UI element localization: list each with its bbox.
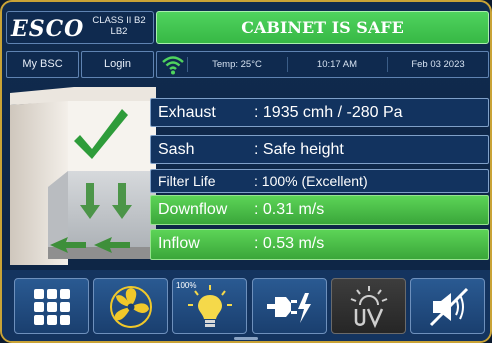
reading-label: Filter Life: [158, 173, 216, 189]
menu-button[interactable]: [14, 278, 89, 334]
reading-value: : 100% (Excellent): [254, 173, 368, 189]
reading-label: Exhaust: [158, 104, 216, 121]
uv-lamp-button[interactable]: [331, 278, 406, 334]
reading-row-sash: Sash : Safe height: [150, 135, 489, 164]
reading-label: Sash: [158, 141, 195, 158]
reading-value: : Safe height: [254, 141, 344, 158]
my-bsc-button[interactable]: My BSC: [6, 51, 79, 78]
status-bar: Temp: 25°C 10:17 AM Feb 03 2023: [156, 51, 489, 78]
reading-value: : 0.31 m/s: [254, 201, 325, 218]
cabinet-class-line1: CLASS II B2: [92, 15, 146, 26]
reading-label: Downflow: [158, 201, 228, 218]
cabinet-class: CLASS II B2 LB2: [88, 15, 150, 37]
time-readout: 10:17 AM: [316, 59, 358, 70]
reading-row-exhaust: Exhaust : 1935 cmh / -280 Pa: [150, 98, 489, 127]
reading-label: Inflow: [158, 235, 200, 252]
esco-logo: ESCO: [11, 16, 85, 42]
status-divider: [187, 57, 188, 72]
reading-value: : 0.53 m/s: [254, 235, 325, 252]
date-readout: Feb 03 2023: [411, 59, 465, 70]
cabinet-status-banner: CABINET IS SAFE: [156, 11, 489, 44]
login-button[interactable]: Login: [81, 51, 154, 78]
power-socket-button[interactable]: [252, 278, 327, 334]
reading-value: : 1935 cmh / -280 Pa: [254, 104, 403, 121]
light-button[interactable]: 100%: [172, 278, 247, 334]
cabinet-illustration: [10, 87, 156, 265]
screen-handle: [234, 337, 258, 340]
cabinet-class-line2: LB2: [110, 26, 128, 37]
reading-row-filter-life: Filter Life : 100% (Excellent): [150, 169, 489, 193]
wifi-icon: [161, 54, 185, 80]
status-divider: [387, 57, 388, 72]
reading-row-inflow: Inflow : 0.53 m/s: [150, 229, 489, 260]
reading-row-downflow: Downflow : 0.31 m/s: [150, 195, 489, 225]
temperature-readout: Temp: 25°C: [212, 59, 262, 70]
status-divider: [287, 57, 288, 72]
device-screen: ESCO CLASS II B2 LB2 CABINET IS SAFE My …: [0, 0, 492, 343]
fan-button[interactable]: [93, 278, 168, 334]
alarm-mute-button[interactable]: [410, 278, 485, 334]
